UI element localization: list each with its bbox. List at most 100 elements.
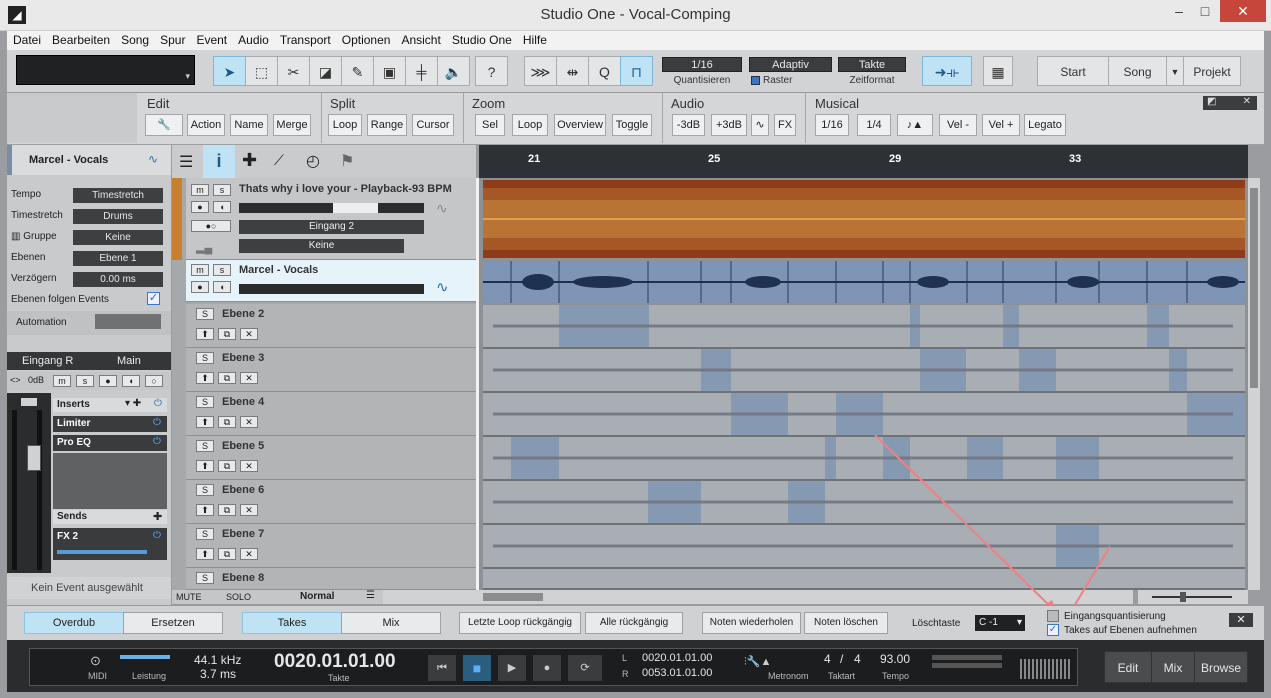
- duplicate-icon[interactable]: ⧉: [218, 372, 236, 384]
- waveform-icon[interactable]: ∿: [751, 114, 769, 136]
- range-tool-icon[interactable]: ⬚: [245, 56, 278, 86]
- gruppe-value[interactable]: Keine: [73, 230, 163, 245]
- solo-button[interactable]: S: [196, 440, 214, 452]
- layer-row[interactable]: S Ebene 3 ⬆ ⧉ ✕: [186, 348, 476, 392]
- note-user-icon[interactable]: ♪▲: [897, 114, 933, 136]
- record-icon[interactable]: ●: [533, 655, 561, 681]
- mix-view-button[interactable]: Mix: [1151, 651, 1195, 683]
- cursor-button[interactable]: Cursor: [412, 114, 454, 136]
- solo-button[interactable]: S: [196, 572, 214, 584]
- input-select[interactable]: Eingang 2: [239, 220, 424, 234]
- vel-plus-button[interactable]: Vel +: [982, 114, 1020, 136]
- add-send-icon[interactable]: ✚: [153, 510, 162, 523]
- layer-name[interactable]: Ebene 6: [222, 484, 264, 496]
- overdub-button[interactable]: Overdub: [24, 612, 124, 634]
- duplicate-icon[interactable]: ⧉: [218, 460, 236, 472]
- volume-fader[interactable]: [27, 445, 41, 471]
- timestretch-value[interactable]: Drums: [73, 209, 163, 224]
- duplicate-icon[interactable]: ⧉: [218, 328, 236, 340]
- song-button[interactable]: Song: [1108, 56, 1167, 86]
- layer-row[interactable]: S Ebene 5 ⬆ ⧉ ✕: [186, 436, 476, 480]
- song-dropdown-icon[interactable]: ▼: [1166, 56, 1184, 86]
- bend-tool-icon[interactable]: ▣: [373, 56, 406, 86]
- follow-events-checkbox[interactable]: ✓: [147, 292, 160, 305]
- send-fx2[interactable]: FX 2: [57, 531, 78, 542]
- layer-row[interactable]: S Ebene 4 ⬆ ⧉ ✕: [186, 392, 476, 436]
- browse-view-button[interactable]: Browse: [1194, 651, 1248, 683]
- promote-icon[interactable]: ⬆: [196, 328, 214, 340]
- zoom-slider[interactable]: [1138, 590, 1248, 604]
- tempo-value[interactable]: 93.00: [880, 652, 910, 666]
- marker-flag-icon[interactable]: ⚑: [340, 151, 354, 171]
- close-panel-icon[interactable]: ✕: [1243, 96, 1251, 107]
- menu-transport[interactable]: Transport: [274, 31, 336, 50]
- limiter-power-icon[interactable]: ⏻: [153, 417, 161, 428]
- sel-button[interactable]: Sel: [475, 114, 505, 136]
- sig-denominator[interactable]: 4: [854, 652, 861, 666]
- layer-name[interactable]: Ebene 7: [222, 528, 264, 540]
- solo-button[interactable]: S: [196, 308, 214, 320]
- promote-icon[interactable]: ⬆: [196, 416, 214, 428]
- volume-bar[interactable]: [239, 284, 424, 294]
- menu-spur[interactable]: Spur: [154, 31, 190, 50]
- layer-name[interactable]: Ebene 4: [222, 396, 264, 408]
- stop-icon[interactable]: ■: [463, 655, 491, 681]
- vertical-scrollbar[interactable]: [1248, 178, 1260, 590]
- action-button[interactable]: Action: [187, 114, 225, 136]
- monitor-button[interactable]: ◖: [213, 201, 231, 213]
- layer-row[interactable]: S Ebene 8: [186, 568, 476, 590]
- menu-ansicht[interactable]: Ansicht: [395, 31, 445, 50]
- solo-button[interactable]: S: [196, 352, 214, 364]
- promote-icon[interactable]: ⬆: [196, 504, 214, 516]
- link-icon[interactable]: <>: [10, 375, 21, 385]
- delete-layer-icon[interactable]: ✕: [240, 548, 258, 560]
- snap-value[interactable]: Adaptiv: [749, 57, 832, 72]
- menu-studio-one[interactable]: Studio One: [446, 31, 517, 50]
- playhead-cursor[interactable]: [476, 178, 479, 590]
- layer-row[interactable]: S Ebene 2 ⬆ ⧉ ✕: [186, 304, 476, 348]
- video-icon[interactable]: ▦: [983, 56, 1013, 86]
- menu-event[interactable]: Event: [190, 31, 232, 50]
- tempo-icon[interactable]: ◴: [306, 151, 320, 171]
- menu-datei[interactable]: Datei: [7, 31, 46, 50]
- quant-1-4-button[interactable]: 1/4: [857, 114, 891, 136]
- list-icon[interactable]: ☰: [179, 152, 193, 172]
- layer-name[interactable]: Ebene 3: [222, 352, 264, 364]
- letzte-loop-button[interactable]: Letzte Loop rückgängig: [459, 612, 581, 634]
- ebenen-value[interactable]: Ebene 1: [73, 251, 163, 266]
- ersetzen-button[interactable]: Ersetzen: [123, 612, 223, 634]
- solo-button[interactable]: S: [196, 528, 214, 540]
- search-dropdown[interactable]: ▾: [16, 55, 195, 85]
- range-snap-icon[interactable]: ⇹: [556, 56, 589, 86]
- delete-layer-icon[interactable]: ✕: [240, 328, 258, 340]
- position-display[interactable]: 0020.01.01.00: [274, 651, 396, 673]
- minimize-button[interactable]: –: [1166, 0, 1192, 22]
- split-tool-icon[interactable]: ✂: [277, 56, 310, 86]
- automation-icon[interactable]: ⟋: [274, 152, 284, 169]
- solo-button[interactable]: s: [76, 375, 94, 387]
- eraser-tool-icon[interactable]: ◪: [309, 56, 342, 86]
- vel-minus-button[interactable]: Vel -: [939, 114, 977, 136]
- send-slot[interactable]: FX 2 ⏻: [53, 528, 167, 560]
- delete-layer-icon[interactable]: ✕: [240, 416, 258, 428]
- input-link-icon[interactable]: ●○: [191, 220, 231, 232]
- timeline-ruler[interactable]: 21 25 29 33: [479, 145, 1248, 178]
- mute-button[interactable]: m: [191, 264, 209, 276]
- inserts-power-icon[interactable]: ⏻: [154, 398, 162, 409]
- promote-icon[interactable]: ⬆: [196, 372, 214, 384]
- arrow-tool-icon[interactable]: ➤: [213, 56, 246, 86]
- insert-slot[interactable]: Limiter ⏻: [53, 416, 167, 432]
- record-button[interactable]: ●: [191, 201, 209, 213]
- noten-wiederholen-button[interactable]: Noten wiederholen: [702, 612, 801, 634]
- detach-icon[interactable]: ◩: [1207, 96, 1216, 107]
- quantize-value[interactable]: 1/16: [662, 57, 742, 72]
- delete-layer-icon[interactable]: ✕: [240, 504, 258, 516]
- autoscroll-icon[interactable]: ➜⟛: [922, 56, 972, 86]
- takes-button[interactable]: Takes: [242, 612, 342, 634]
- overview-button[interactable]: Overview: [554, 114, 606, 136]
- tempo-value[interactable]: Timestretch: [73, 188, 163, 203]
- insert-pro-eq[interactable]: Pro EQ: [57, 437, 91, 448]
- snap-magnet-icon[interactable]: ⊓: [620, 56, 653, 86]
- maximize-button[interactable]: □: [1192, 0, 1218, 22]
- monitor-button[interactable]: ◖: [122, 375, 140, 387]
